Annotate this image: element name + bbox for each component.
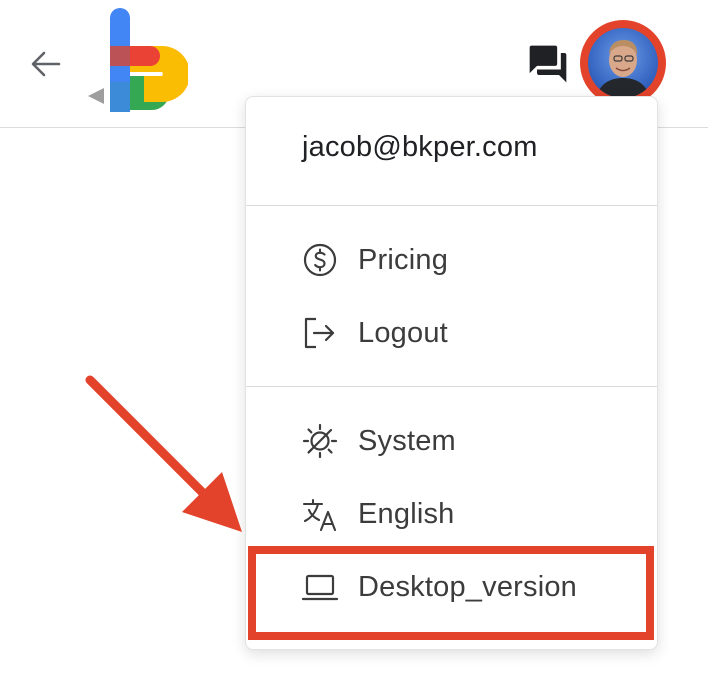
menu-divider	[246, 386, 657, 387]
menu-item-label: Logout	[358, 317, 448, 349]
menu-item-label: System	[358, 425, 456, 457]
account-email: jacob@bkper.com	[302, 131, 538, 163]
avatar	[588, 28, 658, 98]
forum-icon	[529, 45, 567, 83]
translate-icon	[302, 496, 338, 532]
dollar-circle-icon	[302, 242, 338, 278]
theme-system-icon	[302, 423, 338, 459]
chat-button[interactable]	[526, 42, 570, 86]
menu-divider	[246, 205, 657, 206]
arrow-left-icon	[31, 51, 61, 77]
logout-icon	[302, 315, 338, 351]
menu-item-language[interactable]: English	[246, 484, 657, 544]
menu-item-pricing[interactable]: Pricing	[246, 230, 657, 290]
back-button[interactable]	[26, 44, 66, 84]
annotation-arrow	[70, 360, 280, 560]
highlight-box	[248, 546, 654, 640]
account-avatar-button[interactable]	[580, 20, 666, 106]
menu-item-system-theme[interactable]: System	[246, 411, 657, 471]
menu-item-label: Pricing	[358, 244, 449, 276]
bkper-logo[interactable]	[84, 6, 190, 116]
menu-item-logout[interactable]: Logout	[246, 303, 657, 363]
menu-item-label: English	[358, 498, 455, 530]
